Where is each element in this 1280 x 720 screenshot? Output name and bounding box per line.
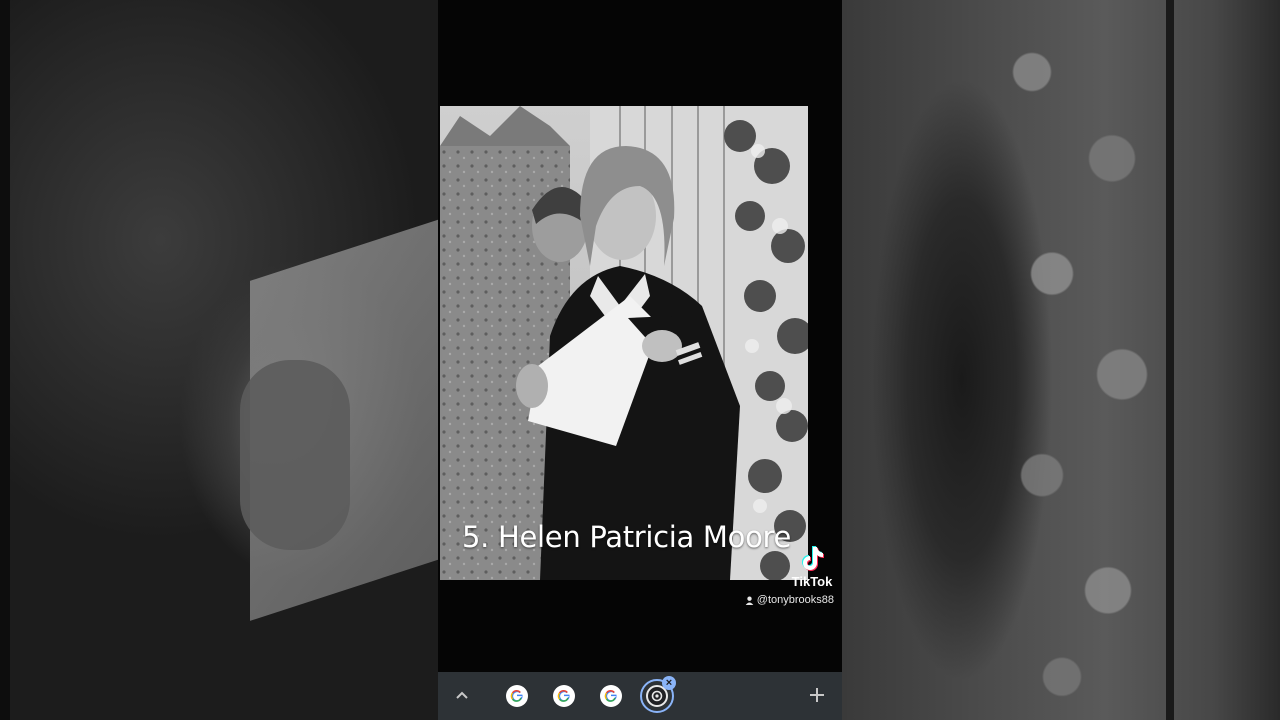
tab-google-2[interactable] bbox=[553, 685, 575, 707]
active-tab-glyph bbox=[651, 690, 663, 702]
background-edge bbox=[0, 0, 10, 720]
video-caption: 5. Helen Patricia Moore bbox=[462, 520, 792, 554]
photo-illustration bbox=[440, 106, 808, 580]
creator-handle: @tonybrooks88 bbox=[745, 594, 834, 606]
plus-icon[interactable] bbox=[806, 684, 828, 706]
tab-google-3[interactable] bbox=[600, 685, 622, 707]
google-g-icon bbox=[557, 689, 570, 702]
video-frame[interactable]: 5. Helen Patricia Moore TikTok @tonybroo… bbox=[438, 0, 842, 720]
google-g-icon bbox=[604, 689, 617, 702]
tiktok-watermark: TikTok bbox=[790, 546, 834, 589]
tiktok-note-icon bbox=[802, 546, 824, 571]
tab-google-1[interactable] bbox=[506, 685, 528, 707]
blurred-background-left bbox=[0, 0, 438, 720]
browser-tab-strip: × bbox=[438, 672, 842, 720]
blurred-ivy bbox=[972, 0, 1172, 720]
creator-handle-text: @tonybrooks88 bbox=[756, 594, 834, 606]
person-icon bbox=[745, 596, 754, 605]
close-tab-icon[interactable]: × bbox=[662, 676, 676, 690]
blurred-background-right bbox=[842, 0, 1280, 720]
chevron-up-icon[interactable] bbox=[452, 686, 472, 706]
blurred-hand bbox=[240, 360, 350, 550]
background-edge bbox=[1166, 0, 1174, 720]
tiktok-brand-text: TikTok bbox=[791, 574, 833, 589]
archival-photo bbox=[440, 106, 808, 580]
google-g-icon bbox=[510, 689, 523, 702]
